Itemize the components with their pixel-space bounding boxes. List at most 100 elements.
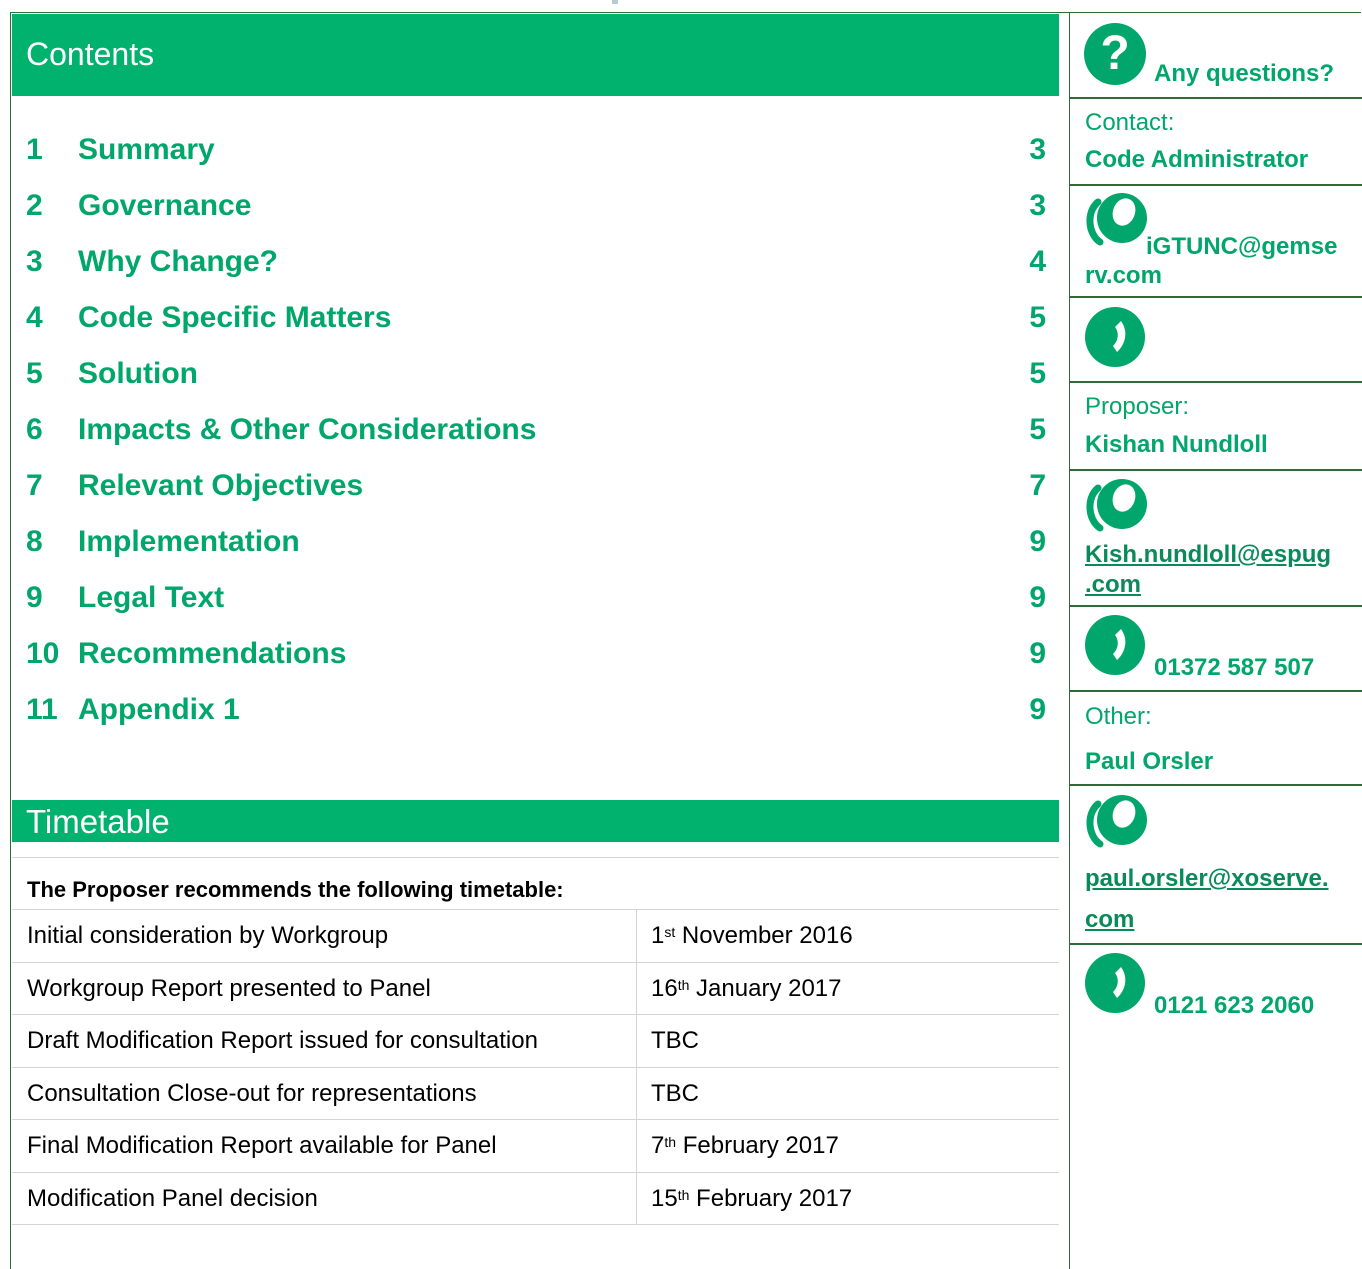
toc-entry[interactable]: 9 Legal Text 9 <box>26 581 1046 621</box>
date-day: 1 <box>651 922 665 949</box>
sidebar-separator <box>1070 784 1362 786</box>
sidebar-separator <box>1070 469 1362 471</box>
table-rule <box>12 1067 1059 1068</box>
toc-num: 4 <box>26 301 43 334</box>
sidebar-separator <box>1070 296 1362 298</box>
proposer-email-link-cont[interactable]: .com <box>1085 571 1141 599</box>
toc-page: 5 <box>1029 357 1046 390</box>
timetable-step: Initial consideration by Workgroup <box>27 922 389 949</box>
proposer-email-line1: Kish.nundloll@espug <box>1085 541 1332 568</box>
timetable-date: TBC <box>651 1080 699 1108</box>
toc-title: Solution <box>78 357 198 390</box>
toc-page: 9 <box>1029 581 1046 614</box>
date-rest: February 2017 <box>689 1185 853 1212</box>
table-rule <box>12 1224 1059 1225</box>
timetable-intro: The Proposer recommends the following ti… <box>27 877 564 902</box>
date-rest: November 2016 <box>675 922 853 949</box>
email-icon <box>1086 193 1147 246</box>
other-email-line1: paul.orsler@xoserve. <box>1085 865 1329 892</box>
sidebar-separator <box>1070 943 1362 945</box>
contact-label: Contact: <box>1085 109 1175 136</box>
date-day: TBC <box>651 1027 699 1054</box>
toc-page: 5 <box>1029 413 1046 446</box>
toc-entry[interactable]: 1 Summary 3 <box>26 133 1046 173</box>
toc-title: Impacts & Other Considerations <box>78 413 537 446</box>
sidebar-separator <box>1070 690 1362 692</box>
table-rule <box>12 909 1059 910</box>
date-day: 7 <box>651 1132 665 1159</box>
toc-entry[interactable]: 10 Recommendations 9 <box>26 637 1046 677</box>
date-rest: February 2017 <box>676 1132 839 1159</box>
other-email-line2: com <box>1085 906 1135 933</box>
toc-num: 11 <box>26 693 58 726</box>
sidebar-separator <box>1070 97 1362 99</box>
proposer-email-link[interactable]: Kish.nundloll@espug <box>1085 541 1331 569</box>
timetable-date: TBC <box>651 1027 699 1055</box>
date-ordinal: th <box>677 977 690 993</box>
toc-page: 3 <box>1029 189 1046 222</box>
date-day: TBC <box>651 1080 699 1107</box>
toc-entry[interactable]: 5 Solution 5 <box>26 357 1046 397</box>
table-rule <box>12 962 1059 963</box>
contact-email-line1: iGTUNC@gemse <box>1146 233 1338 260</box>
date-ordinal: st <box>664 924 676 940</box>
proposer-name: Kishan Nundloll <box>1085 431 1268 458</box>
sidebar-separator <box>1070 381 1362 383</box>
toc-entry[interactable]: 7 Relevant Objectives 7 <box>26 469 1046 509</box>
other-phone: 0121 623 2060 <box>1154 992 1315 1019</box>
toc-num: 9 <box>26 581 43 614</box>
toc-title: Relevant Objectives <box>78 469 364 502</box>
timetable-step: Final Modification Report available for … <box>27 1132 497 1159</box>
table-rule <box>12 1119 1059 1120</box>
contact-email-line2: rv.com <box>1085 262 1162 289</box>
contact-name: Code Administrator <box>1085 146 1309 173</box>
proposer-phone: 01372 587 507 <box>1154 654 1315 681</box>
toc-title: Implementation <box>78 525 300 558</box>
timetable-date: 16th January 2017 <box>651 975 842 1003</box>
sidebar-divider <box>1069 12 1070 1269</box>
toc-title: Code Specific Matters <box>78 301 392 334</box>
proposer-label: Proposer: <box>1085 393 1190 420</box>
timetable-rule <box>12 857 1059 858</box>
toc-page: 3 <box>1029 133 1046 166</box>
timetable-date: 7th February 2017 <box>651 1132 839 1160</box>
sidebar-separator <box>1070 184 1362 186</box>
toc-num: 7 <box>26 469 43 502</box>
toc-page: 9 <box>1029 693 1046 726</box>
toc-entry[interactable]: 3 Why Change? 4 <box>26 245 1046 285</box>
toc-title: Why Change? <box>78 245 278 278</box>
toc-page: 5 <box>1029 301 1046 334</box>
timetable-step: Consultation Close-out for representatio… <box>27 1080 477 1107</box>
date-day: 16 <box>651 975 678 1002</box>
toc-entry[interactable]: 11 Appendix 1 9 <box>26 693 1046 733</box>
date-ordinal: th <box>677 1187 690 1203</box>
toc-entry[interactable]: 6 Impacts & Other Considerations 5 <box>26 413 1046 453</box>
toc-title: Governance <box>78 189 252 222</box>
toc-title: Recommendations <box>78 637 347 670</box>
other-email-link-cont[interactable]: com <box>1085 906 1134 934</box>
timetable-date: 1st November 2016 <box>651 922 853 950</box>
other-label: Other: <box>1085 703 1152 730</box>
table-column-divider <box>636 909 637 1224</box>
date-ordinal: th <box>664 1134 677 1150</box>
sidebar-separator <box>1070 605 1362 607</box>
toc-num: 8 <box>26 525 43 558</box>
toc-entry[interactable]: 8 Implementation 9 <box>26 525 1046 565</box>
toc-page: 9 <box>1029 637 1046 670</box>
toc-entry[interactable]: 4 Code Specific Matters 5 <box>26 301 1046 341</box>
timetable-date: 15th February 2017 <box>651 1185 852 1213</box>
contents-heading: Contents <box>12 14 1059 96</box>
phone-icon <box>1085 307 1145 367</box>
timetable-step: Draft Modification Report issued for con… <box>27 1027 538 1054</box>
any-questions-label: Any questions? <box>1154 60 1335 87</box>
toc-num: 1 <box>26 133 43 166</box>
email-icon <box>1086 795 1147 848</box>
phone-icon <box>1085 953 1145 1013</box>
toc-entry[interactable]: 2 Governance 3 <box>26 189 1046 229</box>
email-icon <box>1086 479 1147 532</box>
other-email-link[interactable]: paul.orsler@xoserve. <box>1085 865 1329 893</box>
question-mark-icon: ? <box>1084 23 1146 85</box>
toc-title: Appendix 1 <box>78 693 240 726</box>
toc-num: 3 <box>26 245 43 278</box>
toc-num: 10 <box>26 637 60 670</box>
